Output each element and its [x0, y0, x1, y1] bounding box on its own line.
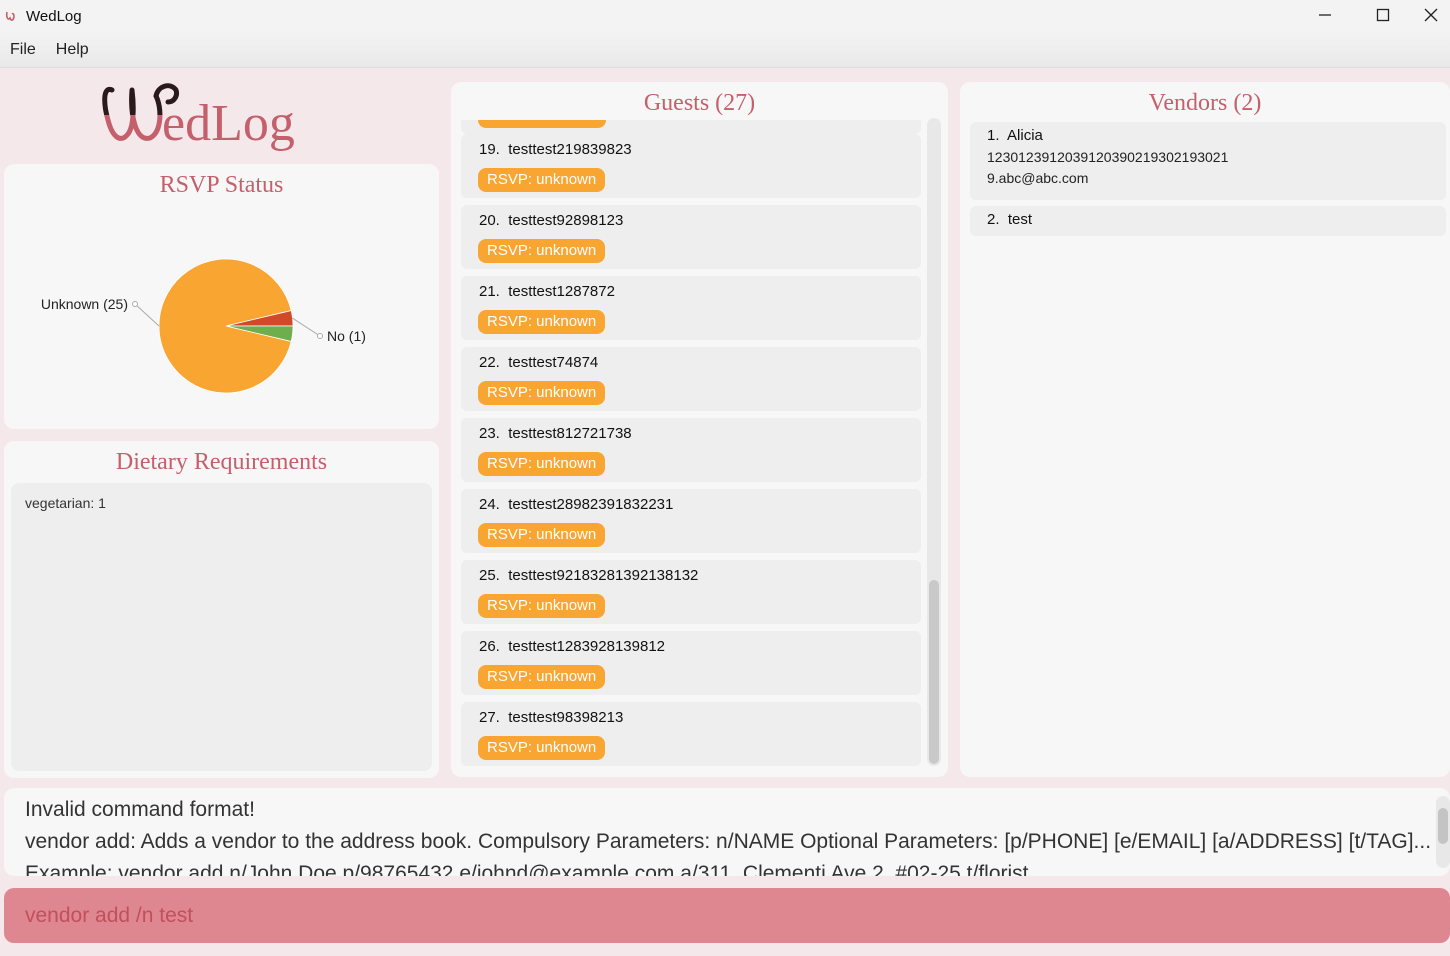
- pie-leader-line: [134, 303, 160, 327]
- rsvp-badge: RSVP: unknown: [478, 736, 606, 760]
- guest-item[interactable]: 22. testtest74874 RSVP: unknown: [461, 347, 921, 411]
- wedlog-logo: edLog: [102, 83, 295, 152]
- rsvp-badge: RSVP: unknown: [478, 523, 606, 547]
- rsvp-badge: RSVP: unknown: [478, 381, 606, 405]
- dietary-requirements-title: Dietary Requirements: [115, 449, 328, 475]
- pie-leader-dot: [132, 301, 138, 307]
- guest-name: 23. testtest812721738: [479, 425, 632, 442]
- guest-name: 26. testtest1283928139812: [479, 638, 666, 655]
- guest-name: 21. testtest1287872: [479, 283, 615, 300]
- vendor-name: 2. test: [987, 211, 1033, 228]
- vendors-panel: Vendors (2) 1. Alicia 123012391203912039…: [960, 82, 1450, 777]
- rsvp-status-card: RSVP Status Unknown (25) No (1): [4, 164, 439, 429]
- guest-item[interactable]: 21. testtest1287872 RSVP: unknown: [461, 276, 921, 340]
- menu-help[interactable]: Help: [46, 41, 99, 59]
- guest-name: 19. testtest219839823: [479, 141, 632, 158]
- menu-file[interactable]: File: [0, 41, 46, 59]
- vendor-phone: 1230123912039120390219302193021: [987, 149, 1229, 165]
- rsvp-pie-chart: Unknown (25) No (1): [41, 258, 366, 394]
- pie-slice-label: No (1): [327, 328, 366, 344]
- guest-name: 25. testtest92183281392138132: [479, 567, 699, 584]
- title-bar: WedLog: [0, 0, 1450, 32]
- maximize-button[interactable]: [1354, 0, 1412, 30]
- result-line: vendor add: Adds a vendor to the address…: [25, 830, 1432, 853]
- guest-name: 27. testtest98398213: [479, 709, 624, 726]
- rsvp-badge: RSVP: unknown: [478, 239, 606, 263]
- command-text: vendor add /n test: [25, 903, 194, 927]
- guest-name: 20. testtest92898123: [479, 212, 624, 229]
- rsvp-badge: RSVP: unknown: [478, 452, 606, 476]
- guest-item-partial[interactable]: [461, 120, 921, 134]
- guests-title: Guests (27): [643, 90, 756, 116]
- rsvp-badge: RSVP: unknown: [478, 310, 606, 334]
- result-scroll-thumb[interactable]: [1438, 808, 1448, 844]
- vendors-title: Vendors (2): [1148, 90, 1262, 116]
- guest-item[interactable]: 20. testtest92898123 RSVP: unknown: [461, 205, 921, 269]
- vendor-item[interactable]: 2. test: [970, 206, 1446, 236]
- maximize-icon: [1376, 8, 1390, 22]
- dietary-item: vegetarian: 1: [25, 495, 106, 511]
- window-title: WedLog: [26, 7, 82, 25]
- guest-item[interactable]: 24. testtest28982391832231 RSVP: unknown: [461, 489, 921, 553]
- rsvp-status-title: RSVP Status: [159, 172, 284, 198]
- close-icon: [1424, 8, 1438, 22]
- rsvp-badge: RSVP: unknown: [478, 168, 606, 192]
- svg-text:edLog: edLog: [162, 95, 295, 152]
- minimize-icon: [1319, 14, 1331, 16]
- rsvp-badge: RSVP: unknown: [478, 665, 606, 689]
- guest-item[interactable]: 26. testtest1283928139812 RSVP: unknown: [461, 631, 921, 695]
- menu-bar: File Help: [0, 32, 1450, 68]
- rsvp-badge-partial: [478, 120, 606, 128]
- guest-name: 22. testtest74874: [479, 354, 599, 371]
- guest-list-scroll-thumb[interactable]: [929, 580, 939, 764]
- result-line: Invalid command format!: [25, 798, 255, 821]
- result-line: Example: vendor add n/John Doe p/9876543…: [25, 862, 1029, 876]
- dietary-requirements-card: Dietary Requirements vegetarian: 1: [4, 441, 439, 778]
- guest-item[interactable]: 25. testtest92183281392138132 RSVP: unkn…: [461, 560, 921, 624]
- dietary-list: vegetarian: 1: [11, 483, 432, 771]
- guest-item[interactable]: 23. testtest812721738 RSVP: unknown: [461, 418, 921, 482]
- pie-leader-dot: [317, 333, 323, 339]
- guest-list-scrollbar[interactable]: [927, 118, 941, 766]
- guest-list[interactable]: 19. testtest219839823 RSVP: unknown 20. …: [461, 120, 921, 772]
- pie-leader-line: [292, 317, 321, 337]
- vendor-email: 9.abc@abc.com: [987, 170, 1089, 186]
- app-logo-icon: [5, 11, 15, 21]
- close-button[interactable]: [1412, 0, 1450, 30]
- rsvp-badge: RSVP: unknown: [478, 594, 606, 618]
- guest-item[interactable]: 19. testtest219839823 RSVP: unknown: [461, 134, 921, 198]
- guest-item[interactable]: 27. testtest98398213 RSVP: unknown: [461, 702, 921, 766]
- vendor-item[interactable]: 1. Alicia 123012391203912039021930219302…: [970, 122, 1446, 200]
- minimize-button[interactable]: [1296, 0, 1354, 30]
- guest-name: 24. testtest28982391832231: [479, 496, 674, 513]
- result-scrollbar[interactable]: [1436, 796, 1450, 868]
- pie-slice-label: Unknown (25): [41, 296, 128, 312]
- vendor-name: 1. Alicia: [987, 127, 1043, 144]
- command-input[interactable]: vendor add /n test: [4, 888, 1450, 943]
- result-display[interactable]: Invalid command format! vendor add: Adds…: [4, 788, 1450, 876]
- guests-panel: Guests (27) 19. testtest219839823 RSVP: …: [451, 82, 948, 777]
